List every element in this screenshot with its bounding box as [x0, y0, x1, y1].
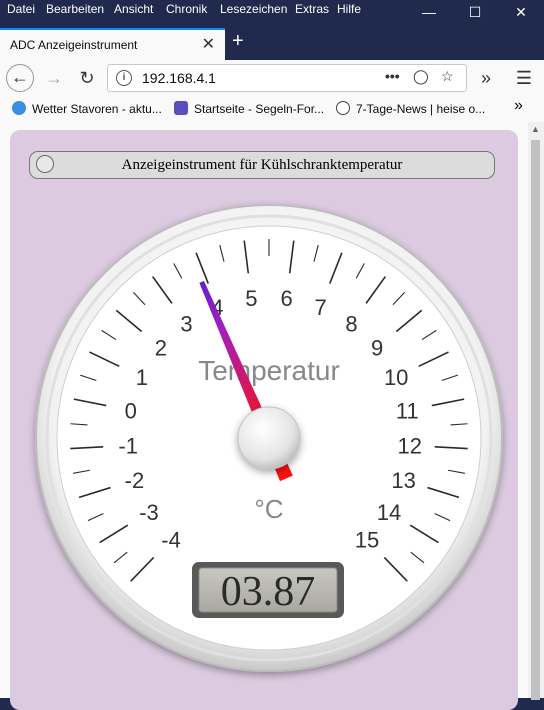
menu-ansicht[interactable]: Ansicht — [114, 2, 153, 16]
page-actions-icon[interactable]: ••• — [385, 68, 400, 84]
tick-label: -1 — [118, 434, 138, 459]
bookmark-item[interactable]: Wetter Stavoren - aktu... — [12, 101, 162, 116]
menu-datei[interactable]: Datei — [7, 2, 35, 16]
scroll-up-icon[interactable]: ▲ — [531, 124, 540, 134]
bookmarks-bar: Wetter Stavoren - aktu... Startseite - S… — [0, 96, 544, 123]
bookmark-star-icon[interactable]: ☆ — [441, 68, 454, 85]
menu-lesezeichen[interactable]: Lesezeichen — [220, 2, 287, 16]
tick-label: 8 — [345, 312, 357, 337]
menu-bearbeiten[interactable]: Bearbeiten — [46, 2, 104, 16]
tick-label: -4 — [161, 527, 181, 552]
close-window-icon[interactable]: ✕ — [498, 0, 544, 26]
gauge-unit: °C — [254, 494, 283, 524]
forum-icon — [174, 101, 188, 115]
tick-label: 11 — [396, 398, 419, 423]
tab-strip: ADC Anzeigeinstrument ✕ + — [0, 26, 544, 60]
tab-adc[interactable]: ADC Anzeigeinstrument ✕ — [0, 28, 225, 60]
tick-label: 5 — [245, 286, 257, 311]
heise-icon — [336, 101, 350, 115]
url-text[interactable]: 192.168.4.1 — [142, 70, 216, 86]
close-tab-icon[interactable]: ✕ — [202, 34, 215, 54]
back-icon[interactable]: ← — [6, 64, 34, 92]
forward-icon[interactable]: → — [40, 64, 68, 92]
scroll-thumb[interactable] — [531, 140, 540, 700]
temperature-gauge: -4-3-2-101234 5 6 789101112131415 Temperatu… — [35, 204, 503, 672]
tick-label: 9 — [371, 336, 383, 361]
tick-label: 10 — [384, 365, 408, 390]
info-icon[interactable]: i — [116, 70, 132, 86]
menu-icon[interactable]: ☰ — [510, 64, 538, 92]
tab-title: ADC Anzeigeinstrument — [10, 38, 138, 52]
tick-label: -2 — [125, 468, 145, 493]
lcd-display: 03.87 — [192, 562, 344, 618]
address-bar[interactable]: i 192.168.4.1 ••• ◯ ☆ — [107, 64, 467, 92]
menu-extras[interactable]: Extras — [295, 2, 329, 16]
bookmark-item[interactable]: Startseite - Segeln-For... — [174, 101, 324, 116]
tick-label: 6 — [280, 286, 292, 311]
tick-label: 0 — [125, 398, 137, 423]
pocket-icon[interactable]: ◯ — [413, 68, 429, 85]
scrollbar[interactable]: ▲ — [528, 122, 544, 700]
bookmarks-overflow-icon[interactable]: » — [514, 97, 523, 115]
overflow-icon[interactable]: » — [472, 64, 500, 92]
tick-label: 2 — [155, 336, 167, 361]
new-tab-icon[interactable]: + — [232, 30, 244, 53]
gauge-title: Temperatur — [198, 355, 340, 386]
minimize-icon[interactable]: — — [406, 0, 452, 26]
maximize-icon[interactable]: ☐ — [452, 0, 498, 26]
bookmark-item[interactable]: 7-Tage-News | heise o... — [336, 101, 485, 116]
gauge-hub — [237, 406, 301, 470]
menu-hilfe[interactable]: Hilfe — [337, 2, 361, 16]
tick-label: 15 — [355, 527, 379, 552]
tick-label: 12 — [398, 434, 422, 459]
tick-label: -3 — [139, 500, 159, 525]
menu-chronik[interactable]: Chronik — [166, 2, 207, 16]
tick-label: 13 — [391, 468, 415, 493]
tick-label: 7 — [314, 295, 326, 320]
tick-label: 14 — [377, 500, 401, 525]
tick-label: 3 — [180, 312, 192, 337]
tick-label: 1 — [136, 365, 148, 390]
weather-icon — [12, 101, 26, 115]
reload-icon[interactable]: ↻ — [73, 64, 101, 92]
navigation-bar: ← → ↻ i 192.168.4.1 ••• ◯ ☆ » ☰ — [0, 60, 544, 96]
lcd-value: 03.87 — [221, 569, 316, 615]
page-content: Anzeigeinstrument für Kühlschranktempera… — [0, 122, 528, 710]
